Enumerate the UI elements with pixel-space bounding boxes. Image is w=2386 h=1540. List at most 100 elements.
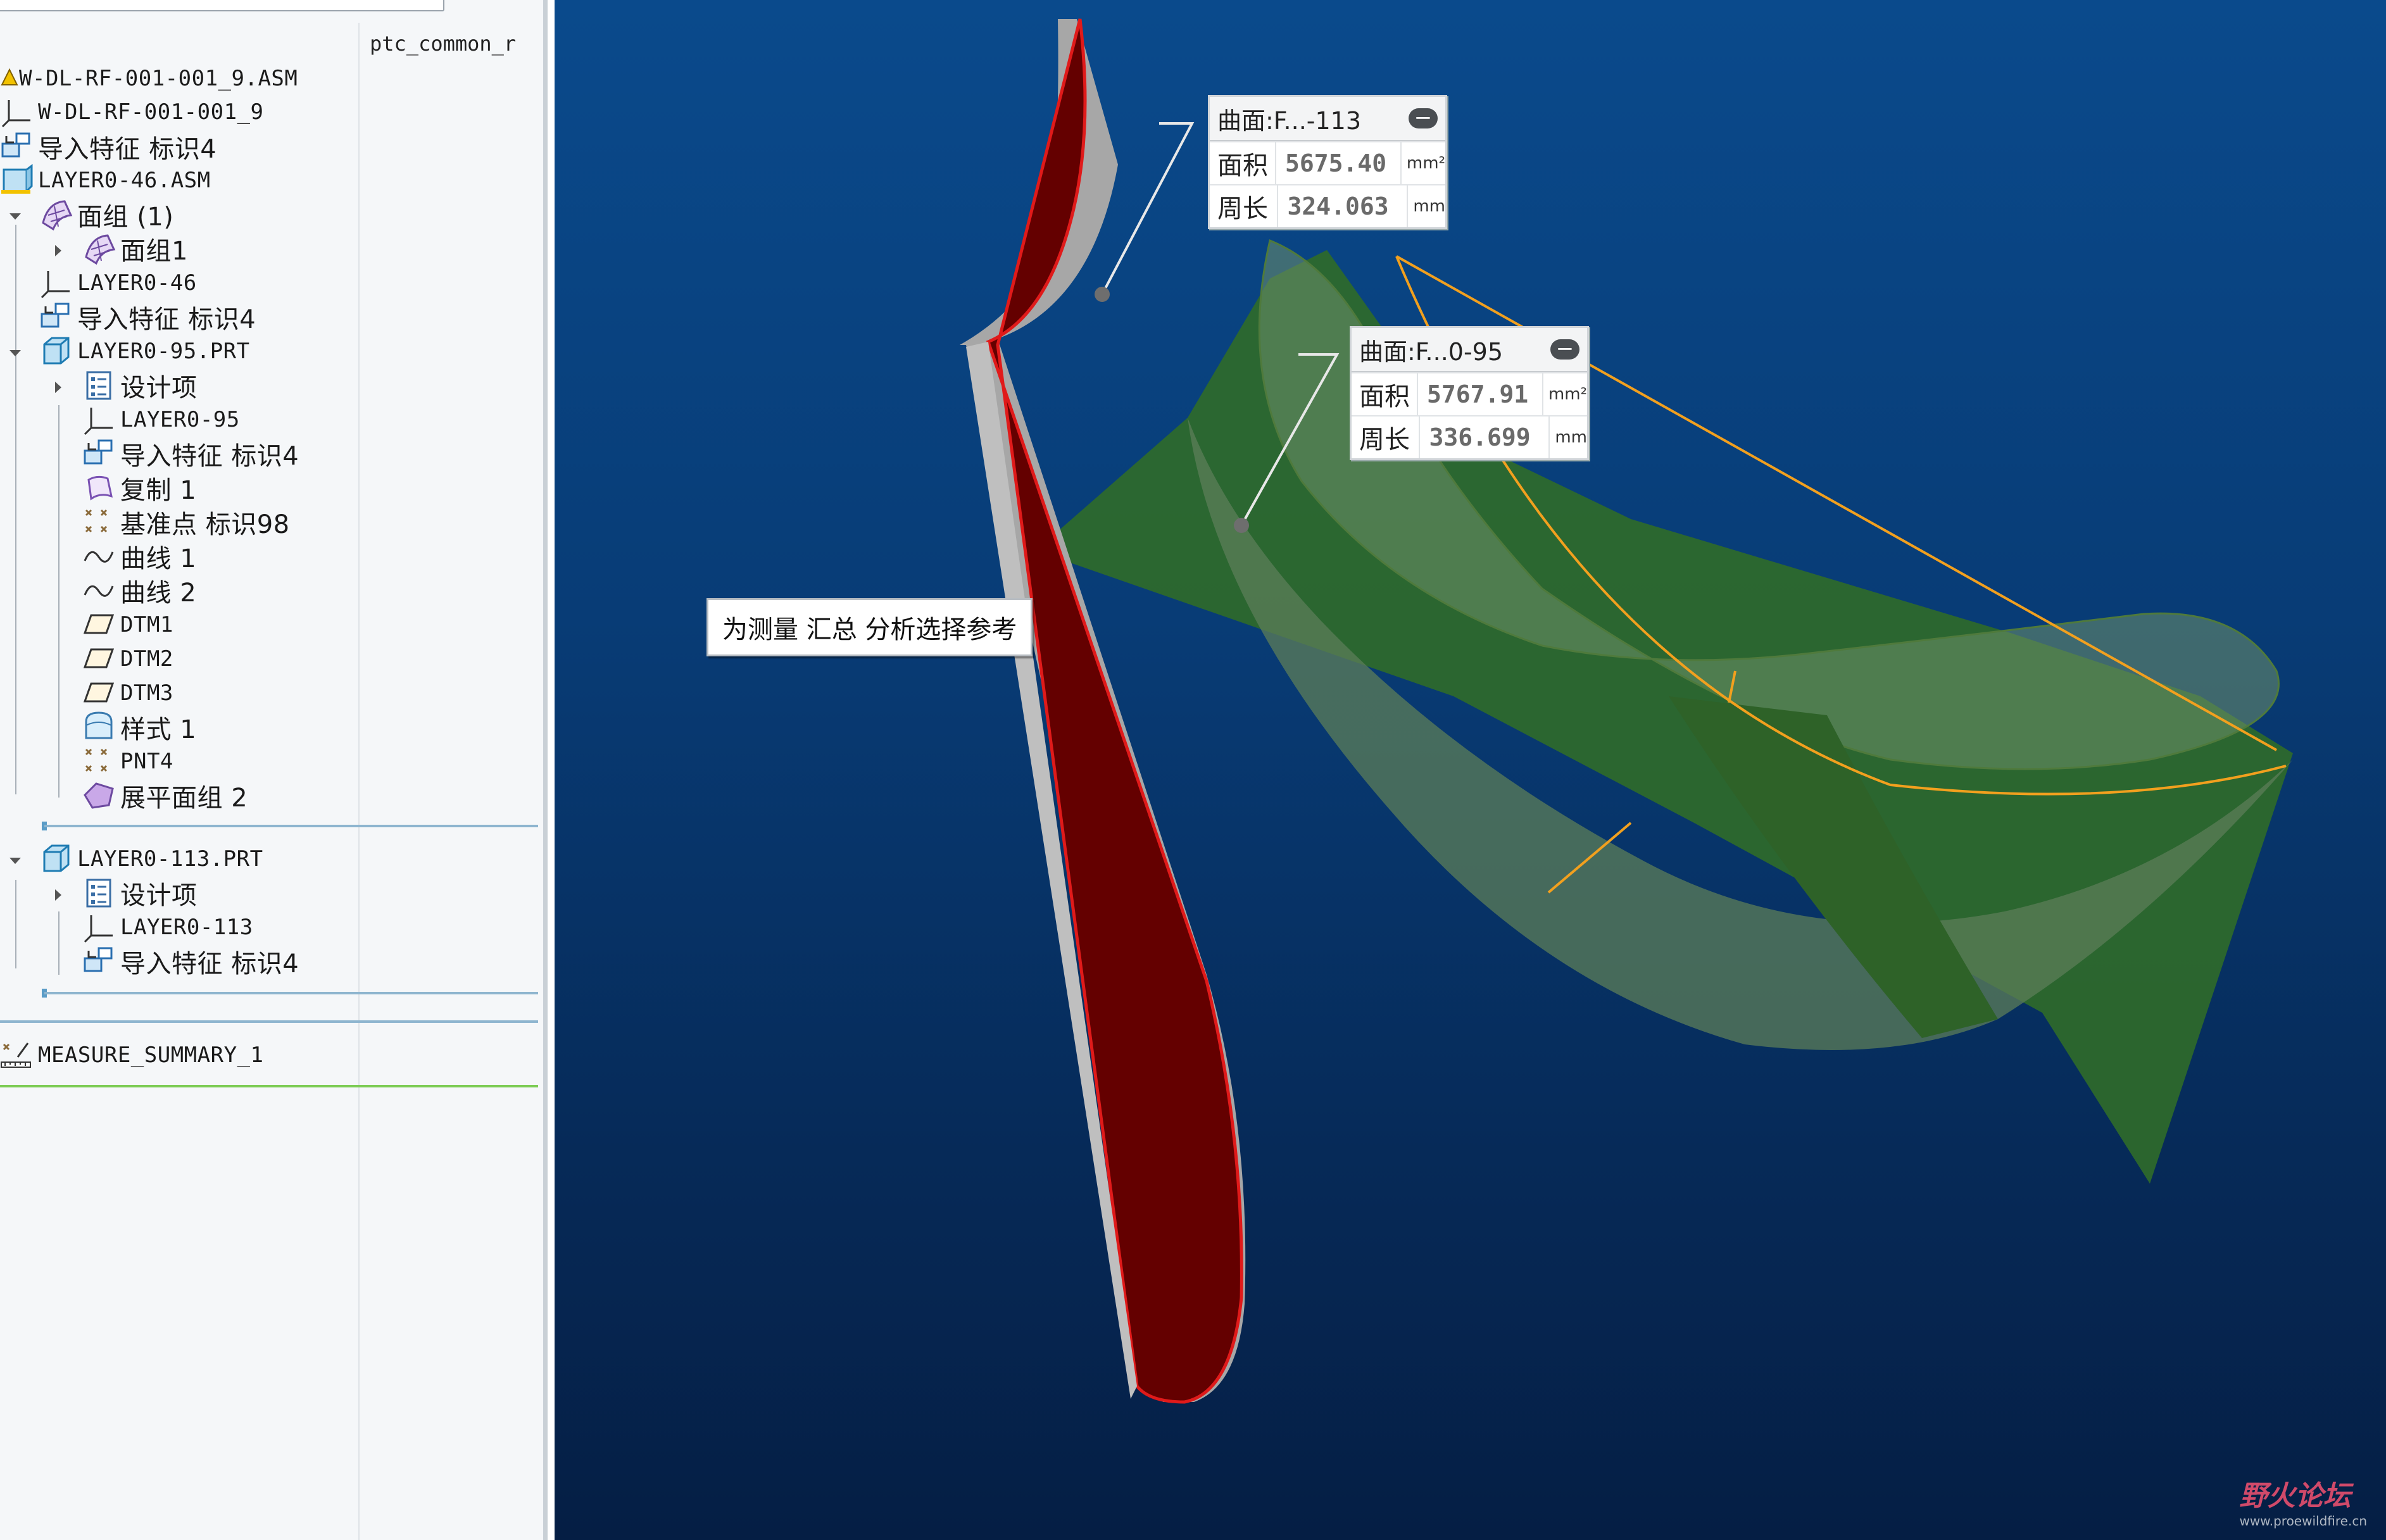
tree-item-label: 面组 (1)	[77, 203, 174, 232]
design-items-icon	[82, 368, 116, 403]
tree-item-flatten-quilt[interactable]: 展平面组 2	[82, 779, 248, 813]
tree-item-csys-root[interactable]: W-DL-RF-001-001_9	[0, 95, 264, 129]
expand-design-items[interactable]	[49, 886, 67, 904]
tree-column-header[interactable]: ptc_common_r	[370, 32, 516, 56]
callout-header[interactable]: 曲面:F...-113 −	[1210, 97, 1445, 141]
tree-item-import-feature[interactable]: 导入特征 标识4	[39, 300, 256, 334]
flatten-quilt-icon	[82, 779, 116, 813]
tree-item-label: W-DL-RF-001-001_9.ASM	[19, 66, 298, 91]
coordinate-system-icon	[0, 95, 34, 129]
callout-header[interactable]: 曲面:F...0-95 −	[1352, 328, 1587, 372]
panel-resize-sash[interactable]	[543, 0, 548, 1540]
tree-item-dtm1[interactable]: DTM1	[82, 608, 173, 642]
perimeter-label: 周长	[1210, 185, 1279, 227]
tree-column-divider[interactable]	[358, 23, 360, 1540]
model-tree-panel: ptc_common_r W-DL-RF-001-001_9.ASM W-DL-…	[0, 0, 548, 1540]
tree-item-pnt4[interactable]: PNT4	[82, 744, 173, 779]
tree-item-copy[interactable]: 复制 1	[82, 471, 196, 505]
tree-item-label: LAYER0-95.PRT	[77, 339, 250, 364]
datum-plane-icon	[82, 608, 116, 642]
callout-area-row: 面积 5767.91 mm²	[1352, 372, 1587, 415]
tree-item-label: LAYER0-95	[120, 407, 240, 432]
tree-item-style1[interactable]: 样式 1	[82, 710, 196, 744]
perimeter-value: 336.699	[1429, 423, 1531, 451]
tree-item-label: 展平面组 2	[120, 784, 248, 813]
tree-item-import-feature[interactable]: 导入特征 标识4	[82, 944, 299, 979]
import-feature-icon	[39, 300, 73, 334]
tree-item-label: 曲线 2	[120, 579, 197, 608]
tree-item-curve2[interactable]: 曲线 2	[82, 573, 196, 608]
tree-item-label: DTM2	[120, 646, 173, 672]
watermark-url: www.proewildfire.cn	[2239, 1513, 2368, 1529]
tree-item-datum-point[interactable]: 基准点 标识98	[82, 505, 290, 539]
style-icon	[82, 710, 116, 744]
tree-item-label: LAYER0-46	[77, 270, 197, 296]
insert-here-line[interactable]	[44, 825, 538, 827]
measure-icon	[0, 1038, 34, 1072]
collapse-quilt-group[interactable]	[6, 208, 24, 225]
tree-item-layer95-prt[interactable]: LAYER0-95.PRT	[39, 334, 250, 368]
tree-item-measure-summary[interactable]: MEASURE_SUMMARY_1	[0, 1038, 264, 1072]
datum-plane-icon	[82, 676, 116, 710]
tree-item-design-items[interactable]: 设计项	[82, 368, 198, 403]
minimize-callout-button[interactable]: −	[1409, 107, 1438, 128]
tree-item-csys-layer95[interactable]: LAYER0-95	[82, 403, 240, 437]
insert-here-line[interactable]	[44, 992, 538, 994]
expand-design-items[interactable]	[49, 379, 67, 396]
tree-item-label: DTM1	[120, 612, 173, 637]
tree-item-root-asm[interactable]: W-DL-RF-001-001_9.ASM	[0, 61, 298, 96]
tree-item-csys-layer113[interactable]: LAYER0-113	[82, 910, 253, 944]
tree-item-label: 样式 1	[120, 715, 197, 744]
tree-item-csys-layer46[interactable]: LAYER0-46	[39, 266, 197, 300]
tree-item-dtm3[interactable]: DTM3	[82, 676, 173, 710]
green-surface-curved[interactable]	[1258, 239, 2280, 770]
curve-icon	[82, 539, 116, 573]
quilt-icon	[82, 232, 116, 266]
tree-item-label: 导入特征 标识4	[120, 949, 299, 979]
tree-item-layer46-asm[interactable]: LAYER0-46.ASM	[0, 163, 211, 197]
graphics-viewport[interactable]: 曲面:F...-113 − 面积 5675.40 mm² 周长 324.063 …	[555, 0, 2386, 1540]
tree-item-label: 曲线 1	[120, 544, 197, 573]
expand-quilt1[interactable]	[49, 242, 67, 260]
design-items-icon	[82, 876, 116, 910]
copy-icon	[82, 471, 116, 505]
tree-item-layer113-prt[interactable]: LAYER0-113.PRT	[39, 842, 263, 876]
coordinate-system-icon	[39, 266, 73, 300]
collapse-layer113[interactable]	[6, 852, 24, 870]
tree-guide	[58, 405, 60, 798]
measure-callout-surface-113[interactable]: 曲面:F...-113 − 面积 5675.40 mm² 周长 324.063 …	[1208, 95, 1447, 229]
tree-guide	[58, 911, 60, 975]
tree-item-quilt-group[interactable]: 面组 (1)	[39, 197, 173, 232]
coordinate-system-icon	[82, 403, 116, 437]
tree-item-label: 设计项	[120, 881, 198, 910]
tree-item-label: 复制 1	[120, 476, 197, 505]
tree-item-import-feature[interactable]: 导入特征 标识4	[82, 437, 299, 471]
datum-point-icon	[82, 744, 116, 779]
minimize-callout-button[interactable]: −	[1550, 338, 1579, 360]
tree-item-label: 导入特征 标识4	[38, 135, 217, 164]
insert-here-line[interactable]	[0, 1085, 538, 1087]
tree-item-label: LAYER0-113.PRT	[77, 846, 263, 872]
area-value: 5675.40	[1284, 149, 1387, 177]
selection-tooltip: 为测量 汇总 分析选择参考	[706, 598, 1033, 656]
model-scene[interactable]	[555, 0, 2386, 1540]
tree-item-label: 面组1	[120, 237, 188, 266]
tree-item-design-items[interactable]: 设计项	[82, 876, 198, 910]
perimeter-unit: mm	[1548, 416, 1587, 458]
forum-watermark: 野火论坛 www.proewildfire.cn	[2240, 1473, 2368, 1529]
insert-here-line[interactable]	[0, 1020, 538, 1023]
area-label: 面积	[1210, 142, 1276, 184]
part-icon	[39, 334, 73, 368]
tree-guide	[15, 225, 16, 794]
collapse-layer95[interactable]	[6, 344, 24, 362]
perimeter-value: 324.063	[1287, 192, 1389, 220]
tree-item-quilt1[interactable]: 面组1	[82, 232, 188, 266]
quilt-icon	[39, 197, 73, 232]
area-unit: mm²	[1400, 142, 1445, 184]
tree-item-dtm2[interactable]: DTM2	[82, 642, 173, 676]
datum-point-icon	[82, 505, 116, 539]
tree-filter-input[interactable]	[0, 0, 444, 11]
tree-item-curve1[interactable]: 曲线 1	[82, 539, 196, 573]
tree-item-import-feature[interactable]: 导入特征 标识4	[0, 130, 217, 164]
measure-callout-surface-95[interactable]: 曲面:F...0-95 − 面积 5767.91 mm² 周长 336.699 …	[1350, 326, 1589, 460]
